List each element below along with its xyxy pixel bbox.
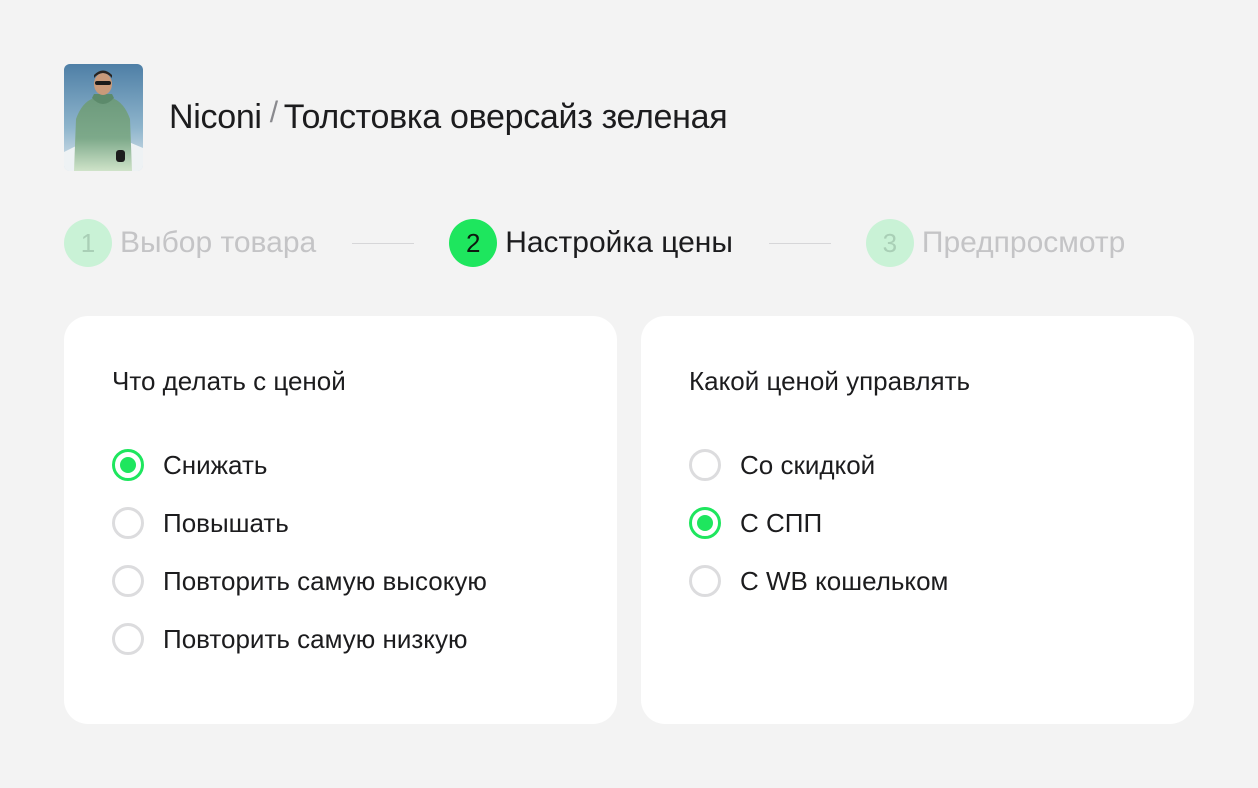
option-label: Снижать [163, 449, 268, 480]
page-title: Niconi / Толстовка оверсайз зеленая [169, 96, 728, 137]
option-increase[interactable]: Повышать [112, 506, 569, 540]
product-image [64, 64, 143, 171]
option-label: Повышать [163, 507, 289, 538]
step-number: 2 [449, 219, 498, 267]
radio-group: Со скидкой С СПП С WB кошельком [689, 448, 1146, 598]
price-action-card: Что делать с ценой Снижать Повышать Повт… [64, 316, 617, 724]
option-decrease[interactable]: Снижать [112, 448, 569, 482]
radio-button[interactable] [112, 623, 144, 655]
radio-group: Снижать Повышать Повторить самую высокую… [112, 448, 569, 656]
card-title: Что делать с ценой [112, 366, 346, 396]
radio-button[interactable] [689, 507, 721, 539]
option-label: С WB кошельком [740, 565, 949, 596]
product-header: Niconi / Толстовка оверсайз зеленая [64, 64, 728, 171]
step-price-settings[interactable]: 2 Настройка цены [449, 219, 733, 267]
option-label: Со скидкой [740, 449, 876, 480]
option-label: Повторить самую высокую [163, 565, 487, 596]
option-match-lowest[interactable]: Повторить самую низкую [112, 622, 569, 656]
option-label: Повторить самую низкую [163, 623, 468, 654]
stepper: 1 Выбор товара 2 Настройка цены 3 Предпр… [64, 219, 1194, 267]
option-match-highest[interactable]: Повторить самую высокую [112, 564, 569, 598]
title-separator: / [269, 96, 278, 129]
step-connector [768, 242, 831, 244]
step-preview[interactable]: 3 Предпросмотр [865, 219, 1126, 267]
product-name: Толстовка оверсайз зеленая [283, 98, 728, 136]
step-label: Выбор товара [120, 226, 317, 259]
option-with-spp[interactable]: С СПП [689, 506, 1146, 540]
brand-name: Niconi [169, 98, 262, 136]
step-label: Предпросмотр [921, 226, 1126, 259]
radio-button[interactable] [689, 565, 721, 597]
page: Niconi / Толстовка оверсайз зеленая 1 Вы… [0, 0, 1258, 788]
step-number: 1 [64, 219, 112, 267]
radio-button[interactable] [112, 507, 144, 539]
card-title: Какой ценой управлять [689, 366, 971, 396]
step-connector [352, 242, 415, 244]
step-label: Настройка цены [505, 226, 733, 259]
step-number: 3 [865, 219, 914, 267]
option-with-wb-wallet[interactable]: С WB кошельком [689, 564, 1146, 598]
radio-button[interactable] [112, 565, 144, 597]
option-with-discount[interactable]: Со скидкой [689, 448, 1146, 482]
radio-button[interactable] [112, 449, 144, 481]
price-type-card: Какой ценой управлять Со скидкой С СПП С… [641, 316, 1194, 724]
step-product-selection[interactable]: 1 Выбор товара [64, 219, 316, 267]
radio-button[interactable] [689, 449, 721, 481]
option-label: С СПП [740, 507, 823, 538]
